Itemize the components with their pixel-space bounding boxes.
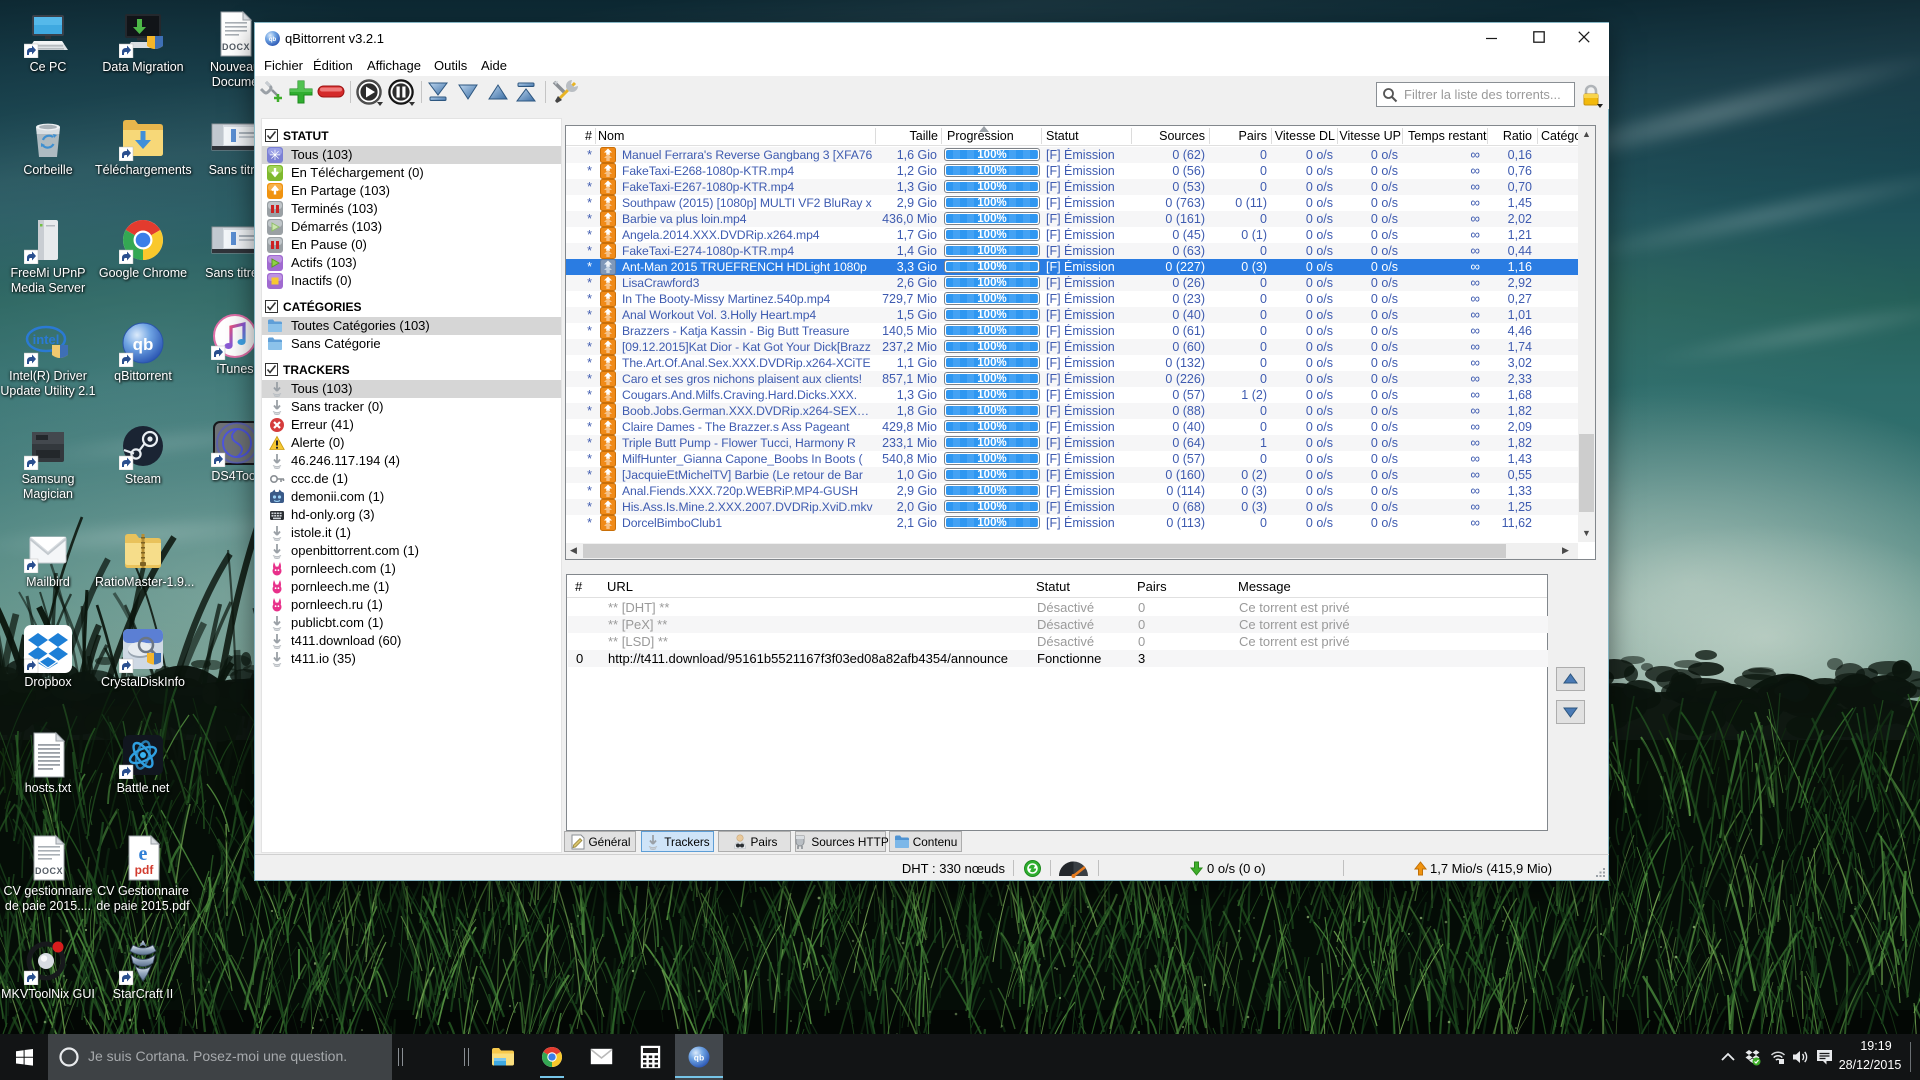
svg-text:✳: ✳	[269, 147, 281, 163]
svg-text:qb: qb	[133, 335, 154, 354]
svg-text:DOCX: DOCX	[35, 866, 63, 876]
svg-text:qb: qb	[269, 37, 277, 43]
svg-text:pdf: pdf	[135, 863, 155, 877]
svg-text:qb: qb	[694, 1053, 704, 1063]
svg-text:e: e	[139, 843, 148, 865]
svg-text:DOCX: DOCX	[222, 42, 250, 52]
svg-text:intel: intel	[33, 332, 60, 347]
